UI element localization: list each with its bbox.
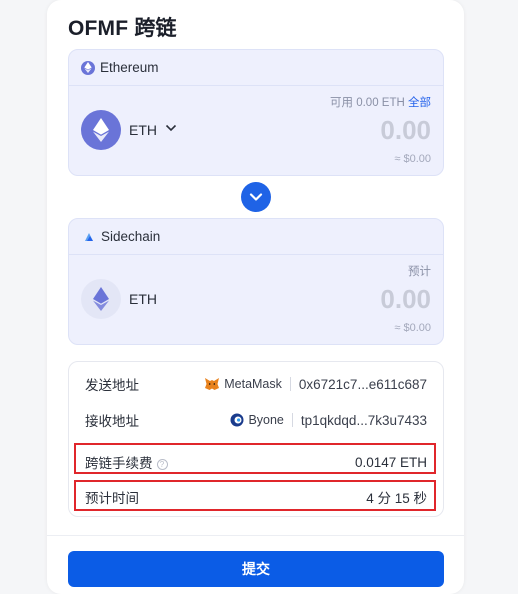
- send-wallet[interactable]: MetaMask 0x6721c7...e611c687: [204, 377, 427, 392]
- receive-wallet[interactable]: Byone tp1qkdqd...7k3u7433: [230, 413, 427, 428]
- to-token-name: ETH: [129, 291, 157, 307]
- receive-address-value: tp1qkdqd...7k3u7433: [300, 412, 427, 428]
- receive-address-label: 接收地址: [85, 414, 139, 429]
- ethereum-icon: [81, 60, 95, 75]
- submit-button[interactable]: 提交: [68, 551, 444, 587]
- available-balance: 可用 0.00 ETH 全部: [330, 97, 431, 109]
- metamask-icon: [205, 378, 220, 390]
- fee-highlight-box: [74, 443, 436, 474]
- divider: [289, 377, 291, 391]
- page-title: OFMF 跨链: [68, 17, 177, 40]
- from-body: ETH 可用 0.00 ETH 全部 0.00 ≈ $0.00: [69, 86, 443, 175]
- to-body: ETH 预计 0.00 ≈ $0.00: [69, 255, 443, 344]
- estimate-label: 预计: [408, 266, 431, 278]
- from-network-name: Ethereum: [100, 60, 159, 75]
- byone-icon: [230, 413, 244, 427]
- receive-wallet-name: Byone: [248, 413, 284, 427]
- to-usd-value: ≈ $0.00: [394, 322, 431, 334]
- chevron-down-icon[interactable]: [165, 124, 177, 132]
- to-amount: 0.00: [380, 284, 431, 314]
- send-wallet-name: MetaMask: [224, 377, 282, 391]
- send-address-value: 0x6721c7...e611c687: [298, 376, 427, 392]
- from-amount-input[interactable]: 0.00: [380, 115, 431, 146]
- from-panel: Ethereum ETH 可用 0.00 ETH 全部 0.00 ≈ $0.00: [68, 49, 444, 176]
- to-network-header: Sidechain: [69, 219, 443, 255]
- swap-direction-button[interactable]: [241, 182, 271, 212]
- send-address-row: 发送地址 MetaMask 0x6721c7...e611c687: [85, 374, 427, 394]
- from-token-select[interactable]: ETH: [129, 122, 157, 138]
- eth-token-icon[interactable]: [81, 110, 121, 150]
- eth-token-icon: [81, 279, 121, 319]
- from-network-header: Ethereum: [69, 50, 443, 86]
- receive-address-row: 接收地址 Byone tp1qkdqd...7k3u7433: [85, 410, 427, 430]
- to-network-name: Sidechain: [101, 229, 161, 244]
- time-highlight-box: [74, 480, 436, 511]
- swap-arrow-icon: [249, 193, 263, 201]
- sidechain-icon: [85, 232, 93, 241]
- footer-divider: [47, 535, 464, 536]
- max-button[interactable]: 全部: [408, 97, 431, 109]
- send-address-label: 发送地址: [85, 378, 139, 393]
- from-usd-value: ≈ $0.00: [394, 153, 431, 165]
- divider: [291, 413, 293, 427]
- to-panel: Sidechain ETH 预计 0.00 ≈ $0.00: [68, 218, 444, 345]
